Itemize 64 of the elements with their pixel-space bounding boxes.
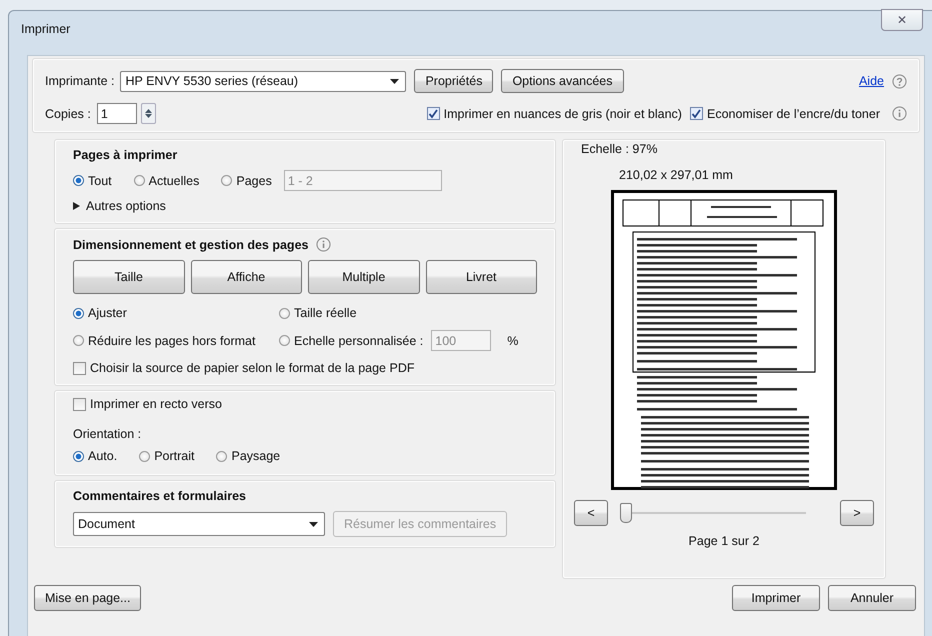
checkbox-label: Imprimer en recto verso <box>90 397 222 411</box>
radio-label: Portrait <box>154 449 194 463</box>
checkbox[interactable] <box>73 362 86 374</box>
info-icon <box>316 237 332 252</box>
radio-label: Actuelles <box>148 174 200 188</box>
radio-label: Ajuster <box>88 306 127 320</box>
section-title: Commentaires et formulaires <box>73 489 247 503</box>
page-size-label: 210,02 x 297,01 mm <box>618 168 734 182</box>
radio-button[interactable] <box>73 308 84 318</box>
printer-label: Imprimante : <box>45 74 114 88</box>
radio-label: Tout <box>88 174 112 188</box>
copies-label: Copies : <box>45 106 91 120</box>
expand-arrow-icon <box>73 202 80 210</box>
printer-dropdown[interactable]: HP ENVY 5530 series (réseau) <box>120 70 406 92</box>
sizing-mode-button[interactable]: Affiche <box>190 260 302 294</box>
copies-field[interactable]: 1 <box>96 103 137 124</box>
sizing-mode-button[interactable]: Multiple <box>308 260 420 294</box>
dropdown-arrow-icon <box>309 522 318 526</box>
sizing-mode-button[interactable]: Livret <box>426 260 537 294</box>
radio-button[interactable] <box>139 450 150 462</box>
radio-button[interactable] <box>73 335 84 346</box>
copies-spinner[interactable] <box>140 103 156 124</box>
slider-thumb[interactable] <box>620 503 632 523</box>
radio-label: Auto. <box>88 449 118 463</box>
printer-option-button[interactable]: Propriétés <box>414 69 494 93</box>
radio-button[interactable] <box>73 450 84 462</box>
checkbox[interactable] <box>73 398 86 410</box>
radio-button[interactable] <box>73 175 84 186</box>
radio-button[interactable] <box>279 308 290 318</box>
printer-option-button[interactable]: Options avancées <box>501 69 624 93</box>
radio-label: Pages <box>236 174 272 188</box>
window-title: Imprimer <box>21 22 70 36</box>
radio-label: Paysage <box>231 449 280 463</box>
scale-label: Echelle : 97% <box>580 142 658 156</box>
checkbox[interactable] <box>426 107 440 120</box>
help-icon <box>892 74 907 88</box>
radio-label: Echelle personnalisée : <box>294 334 424 348</box>
help-link[interactable]: Aide <box>858 74 884 88</box>
comments-dropdown[interactable]: Document <box>73 512 325 536</box>
dropdown-arrow-icon <box>390 78 400 84</box>
radio-button[interactable] <box>279 335 290 346</box>
info-icon <box>892 106 907 121</box>
sizing-mode-button[interactable]: Taille <box>73 260 184 294</box>
more-options-toggle[interactable]: Autres options <box>86 199 166 213</box>
checkbox-label: Economiser de l’encre/du toner <box>706 106 880 120</box>
radio-button[interactable] <box>216 450 228 462</box>
percent-label: % <box>507 334 518 348</box>
section-title: Dimensionnement et gestion des pages <box>73 238 308 252</box>
page-setup-button[interactable]: Mise en page... <box>34 585 142 611</box>
radio-label: Réduire les pages hors format <box>88 334 256 348</box>
radio-button[interactable] <box>221 175 232 186</box>
radio-label: Taille réelle <box>294 306 357 320</box>
cancel-button[interactable]: Annuler <box>828 585 916 611</box>
checkbox[interactable] <box>690 107 703 120</box>
close-button[interactable]: ✕ <box>881 9 923 31</box>
orientation-label: Orientation : <box>73 427 142 441</box>
section-title: Pages à imprimer <box>73 148 178 162</box>
next-page-button[interactable]: > <box>840 500 874 526</box>
checkbox-label: Imprimer en nuances de gris (noir et blanc) <box>444 106 682 120</box>
previous-page-button[interactable]: < <box>574 500 608 526</box>
print-button[interactable]: Imprimer <box>732 585 820 611</box>
page-count-label: Page 1 sur 2 <box>688 534 760 548</box>
checkbox-label: Choisir la source de papier selon le format de la page PDF <box>90 361 414 375</box>
radio-button[interactable] <box>134 175 145 186</box>
